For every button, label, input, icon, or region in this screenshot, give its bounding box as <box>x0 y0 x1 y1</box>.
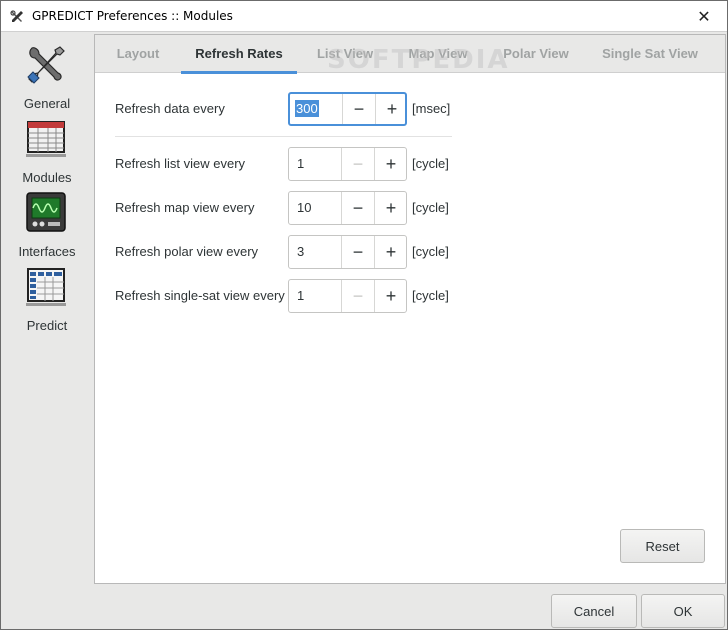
refresh-polar-row: Refresh polar view every 3 − + [cycle] <box>115 235 535 269</box>
refresh-data-spinner[interactable]: 300 − + <box>288 92 407 126</box>
refresh-singlesat-unit: [cycle] <box>412 288 449 303</box>
close-icon: ✕ <box>697 8 711 26</box>
refresh-list-spinner[interactable]: 1 − + <box>288 147 407 181</box>
preferences-window: GPREDICT Preferences :: Modules ✕ Genera… <box>0 0 728 630</box>
refresh-data-increment-button[interactable]: + <box>375 94 408 124</box>
ok-button[interactable]: OK <box>641 594 725 628</box>
plus-icon: + <box>385 285 397 306</box>
refresh-list-decrement-button[interactable]: − <box>341 148 374 180</box>
tab-bar: Layout Refresh Rates List View Map View … <box>95 35 725 75</box>
refresh-polar-increment-button[interactable]: + <box>374 236 407 268</box>
watermark: SOFTPEDIA <box>327 45 510 75</box>
minus-icon: − <box>352 241 364 262</box>
tab-polar-view[interactable]: Polar View <box>499 35 573 73</box>
refresh-list-row: Refresh list view every 1 − + [cycle] <box>115 147 535 181</box>
minus-icon: − <box>352 197 364 218</box>
minus-icon: − <box>352 285 364 306</box>
minus-icon: − <box>352 153 364 174</box>
close-button[interactable]: ✕ <box>681 1 727 32</box>
interfaces-icon <box>26 192 66 232</box>
separator <box>115 136 452 137</box>
refresh-map-input[interactable]: 10 <box>289 192 341 224</box>
refresh-polar-input[interactable]: 3 <box>289 236 341 268</box>
minus-icon: − <box>353 98 365 119</box>
sidebar-item-modules[interactable]: Modules <box>1 114 93 188</box>
refresh-data-input[interactable]: 300 <box>290 94 342 124</box>
refresh-list-unit: [cycle] <box>412 156 449 171</box>
refresh-singlesat-label: Refresh single-sat view every <box>115 288 285 303</box>
refresh-list-input[interactable]: 1 <box>289 148 341 180</box>
plus-icon: + <box>386 98 398 119</box>
refresh-singlesat-row: Refresh single-sat view every 1 − + [cyc… <box>115 279 535 313</box>
refresh-map-spinner[interactable]: 10 − + <box>288 191 407 225</box>
refresh-polar-spinner[interactable]: 3 − + <box>288 235 407 269</box>
sidebar-item-label: Interfaces <box>18 244 76 259</box>
tab-layout[interactable]: Layout <box>109 35 167 73</box>
tools-icon <box>27 46 65 84</box>
sidebar-item-label: Predict <box>26 318 68 333</box>
refresh-singlesat-increment-button[interactable]: + <box>374 280 407 312</box>
refresh-polar-decrement-button[interactable]: − <box>341 236 374 268</box>
refresh-polar-label: Refresh polar view every <box>115 244 259 259</box>
refresh-map-increment-button[interactable]: + <box>374 192 407 224</box>
refresh-map-decrement-button[interactable]: − <box>341 192 374 224</box>
content-panel: Layout Refresh Rates List View Map View … <box>94 34 726 584</box>
sidebar-item-label: Modules <box>22 170 72 185</box>
reset-button[interactable]: Reset <box>620 529 705 563</box>
sidebar-item-predict[interactable]: Predict <box>1 262 93 336</box>
sidebar: General Modules Interfaces Predict <box>1 32 93 622</box>
refresh-data-decrement-button[interactable]: − <box>342 94 375 124</box>
refresh-data-unit: [msec] <box>412 101 451 116</box>
refresh-map-unit: [cycle] <box>412 200 449 215</box>
plus-icon: + <box>385 197 397 218</box>
refresh-singlesat-spinner[interactable]: 1 − + <box>288 279 407 313</box>
refresh-map-row: Refresh map view every 10 − + [cycle] <box>115 191 535 225</box>
refresh-map-label: Refresh map view every <box>115 200 255 215</box>
title-bar: GPREDICT Preferences :: Modules ✕ <box>1 1 727 32</box>
refresh-list-increment-button[interactable]: + <box>374 148 407 180</box>
tab-refresh-rates[interactable]: Refresh Rates <box>181 35 297 74</box>
tab-single-sat-view[interactable]: Single Sat View <box>599 35 701 73</box>
sidebar-item-interfaces[interactable]: Interfaces <box>1 188 93 262</box>
refresh-list-label: Refresh list view every <box>115 156 246 171</box>
cancel-button[interactable]: Cancel <box>551 594 637 628</box>
refresh-data-label: Refresh data every <box>115 101 225 116</box>
refresh-singlesat-input[interactable]: 1 <box>289 280 341 312</box>
plus-icon: + <box>385 241 397 262</box>
refresh-polar-unit: [cycle] <box>412 244 449 259</box>
refresh-data-row: Refresh data every 300 − + [msec] <box>115 92 535 126</box>
predict-icon <box>26 268 66 306</box>
sidebar-item-label: General <box>23 96 71 111</box>
plus-icon: + <box>385 153 397 174</box>
window-title: GPREDICT Preferences :: Modules <box>32 9 233 23</box>
tools-icon <box>10 10 23 22</box>
refresh-data-value: 300 <box>295 100 319 117</box>
modules-icon <box>26 121 66 157</box>
refresh-singlesat-decrement-button[interactable]: − <box>341 280 374 312</box>
sidebar-item-general[interactable]: General <box>1 40 93 114</box>
